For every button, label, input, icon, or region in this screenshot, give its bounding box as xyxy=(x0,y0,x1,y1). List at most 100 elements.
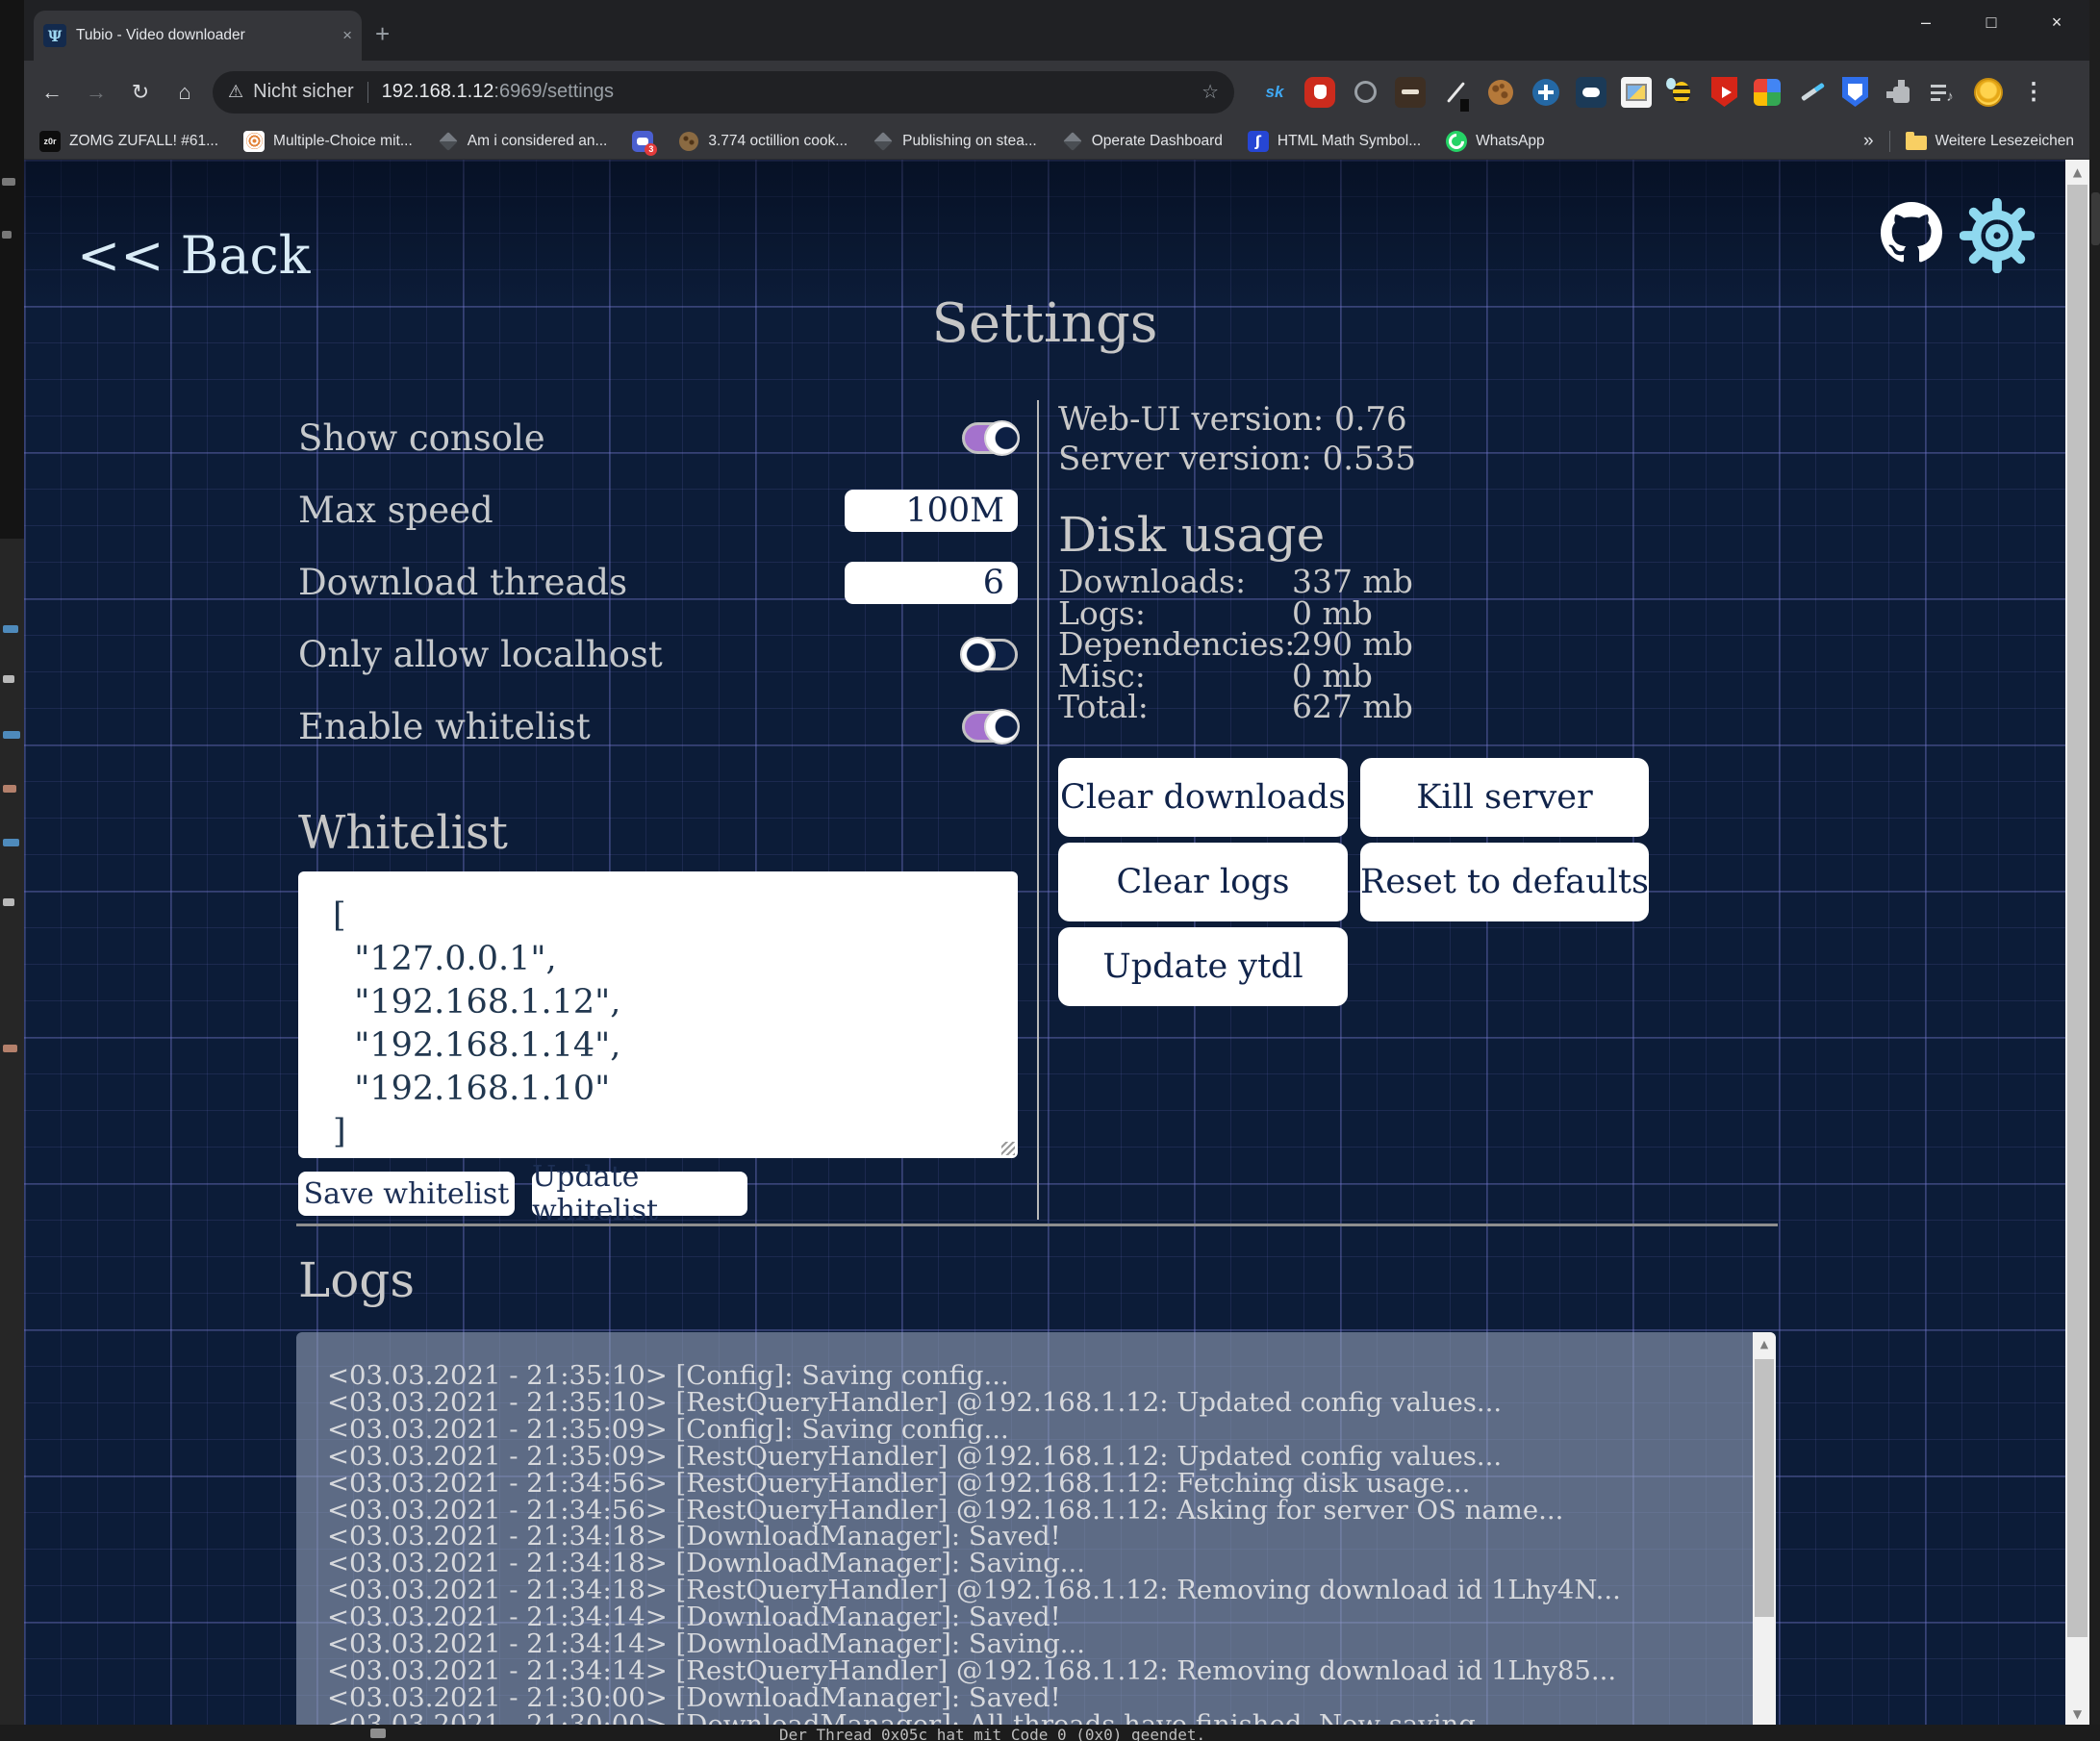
forward-arrow-icon[interactable] xyxy=(80,76,113,109)
bookmark-item[interactable]: 3.774 octillion cook... xyxy=(678,131,848,152)
photo-frame-extension-icon[interactable] xyxy=(1621,77,1652,108)
kill-server-button[interactable]: Kill server xyxy=(1360,758,1649,837)
download-threads-input[interactable] xyxy=(845,562,1018,604)
webui-version-value: 0.76 xyxy=(1334,400,1407,439)
reload-icon[interactable] xyxy=(124,76,157,109)
scroll-up-arrow-icon[interactable]: ▲ xyxy=(2065,165,2089,179)
maximize-button[interactable]: □ xyxy=(1959,13,2024,33)
bookmark-label: Weitere Lesezeichen xyxy=(1936,133,2074,150)
bookmarks-overflow-chevron[interactable]: » xyxy=(1863,131,1874,152)
server-version: Server version: 0.535 xyxy=(1058,440,1789,479)
tab-close-icon[interactable]: × xyxy=(342,26,352,45)
logs-lines: <03.03.2021 - 21:35:10> [Config]: Saving… xyxy=(327,1363,1737,1725)
bookmark-label: HTML Math Symbol... xyxy=(1278,133,1421,150)
browser-menu-icon[interactable] xyxy=(2018,77,2049,108)
bookmark-item[interactable]: Am i considered an... xyxy=(438,131,608,152)
bookmark-item[interactable]: Multiple-Choice mit... xyxy=(243,131,413,152)
setting-row-only-localhost: Only allow localhost xyxy=(298,618,1018,691)
github-icon[interactable] xyxy=(1881,202,1942,267)
bee-extension-icon[interactable] xyxy=(1666,77,1697,108)
logs-panel: <03.03.2021 - 21:35:10> [Config]: Saving… xyxy=(296,1332,1776,1725)
warning-triangle-icon[interactable] xyxy=(228,82,243,102)
max-speed-input[interactable] xyxy=(845,490,1018,532)
whitelist-textarea-wrap: [ "127.0.0.1", "192.168.1.12", "192.168.… xyxy=(298,871,1018,1158)
syringe-extension-icon[interactable] xyxy=(1797,77,1828,108)
close-button[interactable]: × xyxy=(2024,13,2089,33)
bookmark-star-icon[interactable] xyxy=(1202,80,1219,104)
whitelist-textarea[interactable]: [ "127.0.0.1", "192.168.1.12", "192.168.… xyxy=(298,871,1018,1158)
log-entry: <03.03.2021 - 21:34:18> [RestQueryHandle… xyxy=(327,1577,1737,1604)
new-tab-button[interactable]: + xyxy=(375,21,390,46)
log-entry: <03.03.2021 - 21:34:56> [RestQueryHandle… xyxy=(327,1498,1737,1525)
only-localhost-toggle[interactable] xyxy=(962,639,1018,670)
log-entry: <03.03.2021 - 21:34:14> [DownloadManager… xyxy=(327,1604,1737,1631)
code-fragment xyxy=(3,625,18,633)
gray-ring-extension-icon[interactable] xyxy=(1350,77,1380,108)
url-host[interactable]: 192.168.1.12 xyxy=(382,81,494,103)
bookmark-item[interactable] xyxy=(632,131,653,152)
show-console-toggle[interactable] xyxy=(962,422,1018,454)
profile-avatar-coins-icon[interactable] xyxy=(1973,77,2004,108)
sk-extension-icon[interactable] xyxy=(1259,77,1290,108)
bookmark-item[interactable]: Publishing on stea... xyxy=(873,131,1037,152)
background-window-dark-segment xyxy=(0,0,24,539)
clear-downloads-button[interactable]: Clear downloads xyxy=(1058,758,1348,837)
page-scrollbar-thumb[interactable] xyxy=(2067,185,2087,1637)
address-bar[interactable]: Nicht sicher 192.168.1.12 :6969/settings xyxy=(213,71,1234,114)
bookmark-item[interactable]: WhatsApp xyxy=(1446,131,1545,152)
amazon-extension-icon[interactable] xyxy=(1576,77,1607,108)
save-whitelist-button[interactable]: Save whitelist xyxy=(298,1172,515,1216)
gear-icon[interactable] xyxy=(1960,198,2035,277)
back-arrow-icon[interactable] xyxy=(36,76,68,109)
webui-version: Web-UI version: 0.76 xyxy=(1058,400,1789,440)
bookmarks-right-group: » Weitere Lesezeichen xyxy=(1863,131,2074,152)
disk-row-label: Dependencies: xyxy=(1058,629,1292,661)
other-bookmarks-folder[interactable]: Weitere Lesezeichen xyxy=(1906,132,2074,150)
back-link[interactable]: << Back xyxy=(77,225,311,286)
code-fragment xyxy=(3,1045,17,1052)
vertical-divider xyxy=(1037,400,1039,1220)
bookmark-label: Am i considered an... xyxy=(468,133,608,150)
scroll-down-arrow-icon[interactable]: ▼ xyxy=(2065,1707,2089,1721)
browser-toolbar: Nicht sicher 192.168.1.12 :6969/settings xyxy=(24,61,2089,123)
background-console-text: Der Thread 0x05c hat mit Code 0 (0x0) ge… xyxy=(779,1726,1205,1741)
log-entry: <03.03.2021 - 21:35:09> [RestQueryHandle… xyxy=(327,1444,1737,1471)
page-scrollbar[interactable]: ▲ ▼ xyxy=(2065,160,2089,1725)
logs-scrollbar-thumb[interactable] xyxy=(1755,1359,1774,1617)
setting-label: Only allow localhost xyxy=(298,634,663,675)
puzzle-piece-icon[interactable] xyxy=(1883,77,1913,108)
home-icon[interactable] xyxy=(168,76,201,109)
code-fragment xyxy=(3,898,14,906)
minimize-button[interactable]: – xyxy=(1893,13,1959,33)
google-colors-extension-icon[interactable] xyxy=(1752,77,1783,108)
blue-shield-extension-icon[interactable] xyxy=(1842,77,1868,107)
red-shield-play-extension-icon[interactable] xyxy=(1711,77,1737,107)
url-path[interactable]: :6969/settings xyxy=(493,81,614,103)
incognito-extension-icon[interactable] xyxy=(1395,77,1426,108)
enable-whitelist-toggle[interactable] xyxy=(962,711,1018,743)
server-version-value: 0.535 xyxy=(1323,440,1416,478)
update-whitelist-button[interactable]: Update whitelist xyxy=(532,1172,747,1216)
security-label[interactable]: Nicht sicher xyxy=(253,81,353,103)
cookie-extension-icon[interactable] xyxy=(1485,77,1516,108)
medical-cross-extension-icon[interactable] xyxy=(1531,77,1561,108)
playlist-icon[interactable] xyxy=(1928,77,1959,108)
scroll-up-arrow-icon[interactable]: ▲ xyxy=(1753,1338,1776,1350)
log-entry: <03.03.2021 - 21:35:10> [RestQueryHandle… xyxy=(327,1390,1737,1417)
bookmark-item[interactable]: ZOMG ZUFALL! #61... xyxy=(39,131,218,152)
code-fragment xyxy=(3,675,14,683)
browser-titlebar: Tubio - Video downloader × + – □ × xyxy=(24,0,2089,61)
disk-row-label: Total: xyxy=(1058,692,1292,723)
reset-to-defaults-button[interactable]: Reset to defaults xyxy=(1360,843,1649,921)
clear-logs-button[interactable]: Clear logs xyxy=(1058,843,1348,921)
browser-tab-active[interactable]: Tubio - Video downloader × xyxy=(34,11,362,61)
tab-title: Tubio - Video downloader xyxy=(76,27,335,44)
logs-scrollbar[interactable]: ▲ xyxy=(1753,1332,1776,1725)
bookmark-item[interactable]: HTML Math Symbol... xyxy=(1248,131,1421,152)
bookmark-item[interactable]: Operate Dashboard xyxy=(1062,131,1223,152)
stop-hand-extension-icon[interactable] xyxy=(1304,77,1335,108)
horizontal-divider xyxy=(296,1224,1778,1226)
log-entry: <03.03.2021 - 21:35:09> [Config]: Saving… xyxy=(327,1417,1737,1444)
pen-knife-extension-icon[interactable] xyxy=(1440,77,1471,108)
update-ytdl-button[interactable]: Update ytdl xyxy=(1058,927,1348,1006)
